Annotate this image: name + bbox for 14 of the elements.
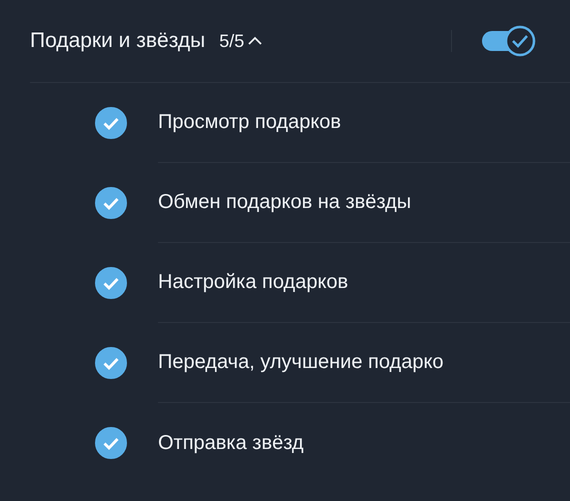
permission-label: Настройка подарков: [158, 271, 348, 294]
permission-label: Передача, улучшение подарко: [158, 351, 444, 374]
count-label: 5/5: [219, 30, 244, 52]
caret-icon[interactable]: [247, 35, 264, 47]
checkbox[interactable]: [95, 187, 127, 219]
checkbox[interactable]: [95, 347, 127, 379]
permission-label: Отправка звёзд: [158, 432, 304, 454]
checkbox[interactable]: [95, 427, 127, 459]
checkbox[interactable]: [95, 267, 127, 299]
section-title: Подарки и звёзды: [30, 29, 206, 53]
checkbox[interactable]: [95, 107, 127, 139]
toggle-switch[interactable]: [480, 24, 538, 58]
permission-label: Обмен подарков на звёзды: [158, 191, 412, 214]
permission-label: Просмотр подарков: [158, 111, 342, 134]
